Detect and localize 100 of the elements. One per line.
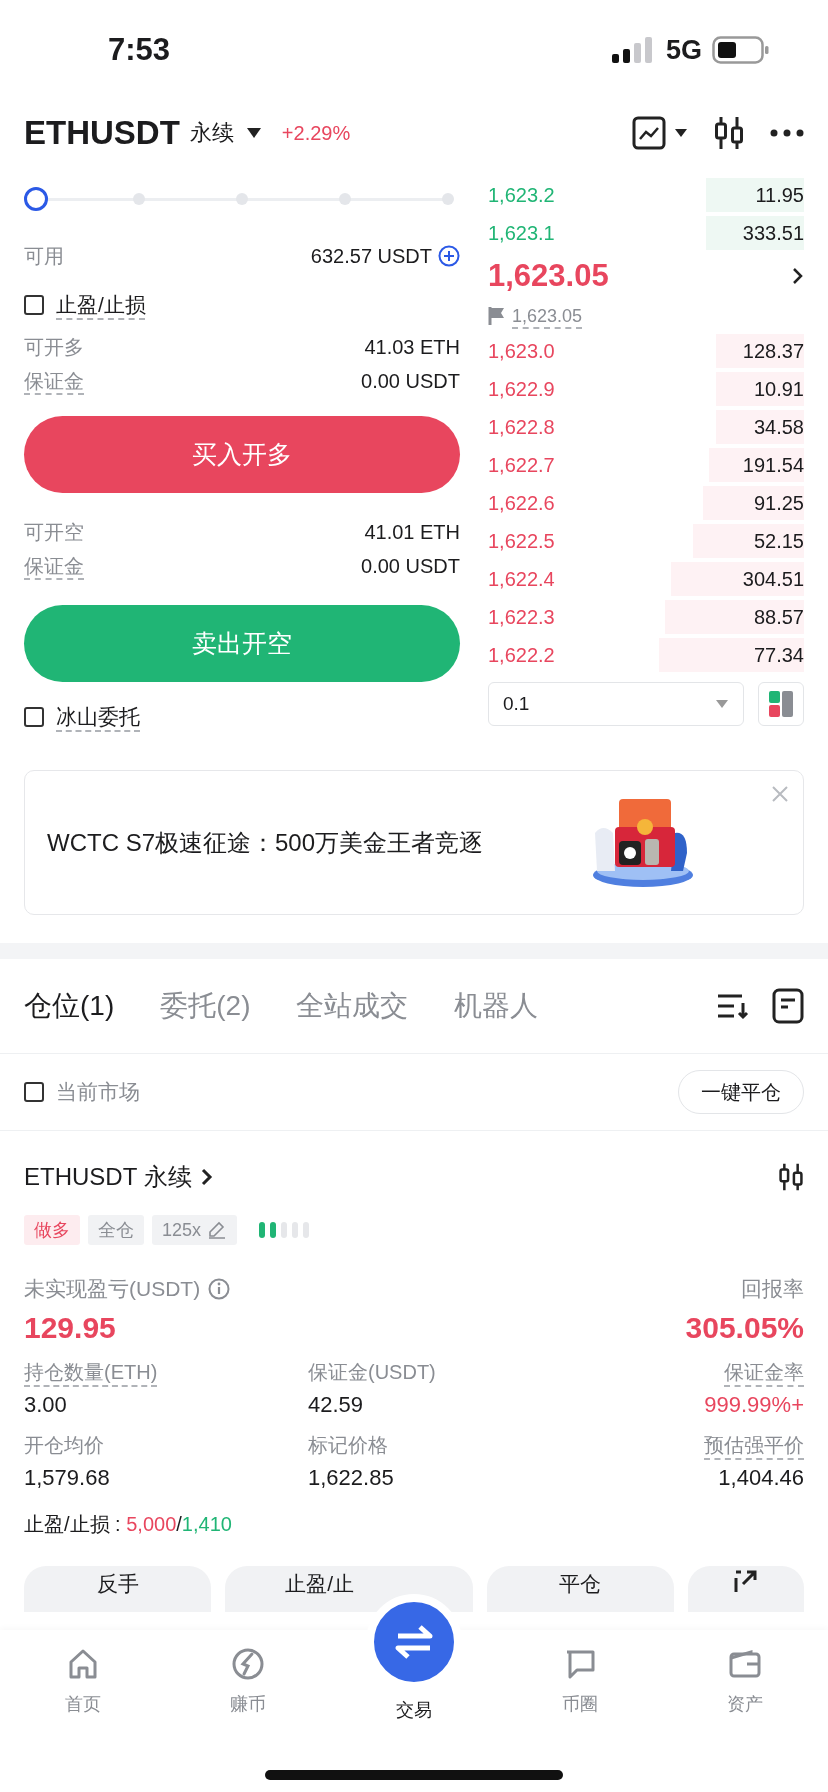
order-amount: 34.58 — [753, 415, 804, 439]
flag-icon — [488, 306, 506, 326]
sell-short-button[interactable]: 卖出开空 — [24, 605, 460, 682]
promo-banner[interactable]: WCTC S7极速征途：500万美金王者竞逐 — [24, 770, 804, 915]
network-label: 5G — [665, 34, 702, 66]
ask-price[interactable]: 1,623.1 — [488, 221, 555, 245]
order-amount: 77.34 — [753, 643, 804, 667]
field-value: 1,404.46 — [718, 1465, 804, 1491]
pencil-icon[interactable] — [207, 1221, 228, 1239]
price-change: +2.29% — [281, 121, 351, 145]
pnl-label: 未实现盈亏(USDT) — [24, 1276, 201, 1302]
field-value: 999.99%+ — [704, 1392, 804, 1418]
tab[interactable]: 全站成交 — [296, 987, 409, 1025]
tag: 全仓 — [88, 1215, 144, 1245]
mark-price: 1,623.05 — [512, 305, 583, 327]
share-button[interactable] — [688, 1566, 804, 1612]
field-value: 1,622.85 — [308, 1465, 395, 1491]
precision-dropdown[interactable]: 0.1 — [488, 682, 744, 726]
bid-price[interactable]: 1,622.9 — [488, 377, 555, 401]
candlestick-icon[interactable] — [778, 1162, 804, 1192]
checkbox[interactable] — [24, 1082, 44, 1102]
status-time: 7:53 — [108, 32, 172, 68]
field-label: 保证金 — [24, 368, 84, 394]
share-icon[interactable] — [733, 1570, 759, 1594]
field-label: 预估强平价 — [704, 1433, 804, 1458]
nav-tab[interactable]: 币圈 — [496, 1630, 663, 1730]
banner-text: WCTC S7极速征途：500万美金王者竞逐 — [47, 827, 485, 858]
nav-tab[interactable]: 资产 — [662, 1630, 828, 1730]
bid-price[interactable]: 1,622.5 — [488, 529, 555, 553]
chevron-right-icon[interactable] — [792, 266, 804, 286]
tag: 做多 — [24, 1215, 80, 1245]
add-icon[interactable] — [438, 245, 460, 267]
bid-price[interactable]: 1,622.8 — [488, 415, 555, 439]
order-amount: 191.54 — [742, 453, 804, 477]
field-value: 41.01 ETH — [364, 520, 460, 544]
bid-price[interactable]: 1,622.7 — [488, 453, 555, 477]
sort-icon[interactable] — [716, 992, 750, 1020]
bid-price[interactable]: 1,622.4 — [488, 567, 555, 591]
field-label: 可开多 — [24, 334, 84, 360]
nav-tab[interactable]: 首页 — [0, 1630, 166, 1730]
order-amount: 128.37 — [742, 339, 804, 363]
field-value: 3.00 — [24, 1392, 68, 1418]
battery-icon — [712, 36, 770, 64]
action-button[interactable]: 止盈/止 — [225, 1566, 473, 1612]
caret-icon[interactable] — [245, 127, 262, 139]
info-icon[interactable] — [208, 1278, 231, 1300]
field-label: 可开空 — [24, 519, 84, 545]
order-amount: 10.91 — [753, 377, 804, 401]
layout-icon[interactable] — [758, 682, 804, 726]
roe-label: 回报率 — [741, 1276, 804, 1302]
field-label: 持仓数量(ETH) — [24, 1360, 159, 1385]
pair-title[interactable]: ETHUSDT — [24, 114, 180, 152]
bid-price[interactable]: 1,622.6 — [488, 491, 555, 515]
order-amount: 52.15 — [753, 529, 804, 553]
close-all-button[interactable]: 一键平仓 — [678, 1070, 804, 1114]
tab[interactable]: 机器人 — [454, 987, 539, 1025]
tab[interactable]: 委托(2) — [160, 987, 251, 1025]
pnl-value: 129.95 — [24, 1311, 116, 1345]
field-value: 0.00 USDT — [361, 554, 460, 578]
field-value: 1,579.68 — [24, 1465, 111, 1491]
action-button[interactable]: 平仓 — [486, 1566, 674, 1612]
document-icon[interactable] — [772, 988, 804, 1024]
field-label: 标记价格 — [308, 1433, 389, 1458]
field-label: 保证金(USDT) — [308, 1360, 437, 1385]
field-value: 41.03 ETH — [364, 335, 460, 359]
caret-icon[interactable] — [674, 128, 688, 138]
order-amount: 11.95 — [755, 183, 804, 207]
field-value: 632.57 USDT — [310, 244, 432, 268]
checkbox[interactable] — [24, 707, 44, 727]
last-price: 1,623.05 — [488, 258, 609, 294]
more-icon[interactable] — [770, 129, 804, 137]
tab[interactable]: 仓位(1) — [24, 987, 115, 1025]
candlestick-icon[interactable] — [714, 115, 744, 151]
order-amount: 333.51 — [742, 221, 804, 245]
bid-price[interactable]: 1,622.3 — [488, 605, 555, 629]
position-symbol[interactable]: ETHUSDT 永续 — [24, 1161, 192, 1193]
bid-price[interactable]: 1,622.2 — [488, 643, 555, 667]
field-value: 42.59 — [308, 1392, 365, 1418]
checkbox-label: 冰山委托 — [56, 704, 140, 730]
order-amount: 91.25 — [753, 491, 804, 515]
chevron-right-icon[interactable] — [199, 1167, 214, 1187]
chart-icon[interactable] — [632, 116, 666, 150]
checkbox-label: 止盈/止损 — [56, 292, 146, 318]
action-button[interactable]: 反手 — [24, 1566, 212, 1612]
order-amount: 88.57 — [753, 605, 804, 629]
buy-long-button[interactable]: 买入开多 — [24, 416, 460, 493]
ask-price[interactable]: 1,623.2 — [488, 183, 555, 207]
field-label: 开仓均价 — [24, 1433, 105, 1458]
nav-tab[interactable]: 赚币 — [165, 1630, 332, 1730]
field-label: 可用 — [24, 243, 64, 269]
field-label: 保证金率 — [724, 1360, 804, 1385]
tpsl-summary: 止盈/止损 : 5,000/1,410 — [24, 1512, 233, 1537]
order-amount: 304.51 — [742, 567, 804, 591]
checkbox-label: 当前市场 — [56, 1079, 140, 1105]
bid-price[interactable]: 1,623.0 — [488, 339, 555, 363]
leverage-tag[interactable]: 125x — [152, 1215, 238, 1245]
contract-type[interactable]: 永续 — [189, 118, 234, 148]
checkbox[interactable] — [24, 295, 44, 315]
field-label: 保证金 — [24, 553, 84, 579]
roe-value: 305.05% — [685, 1311, 804, 1345]
